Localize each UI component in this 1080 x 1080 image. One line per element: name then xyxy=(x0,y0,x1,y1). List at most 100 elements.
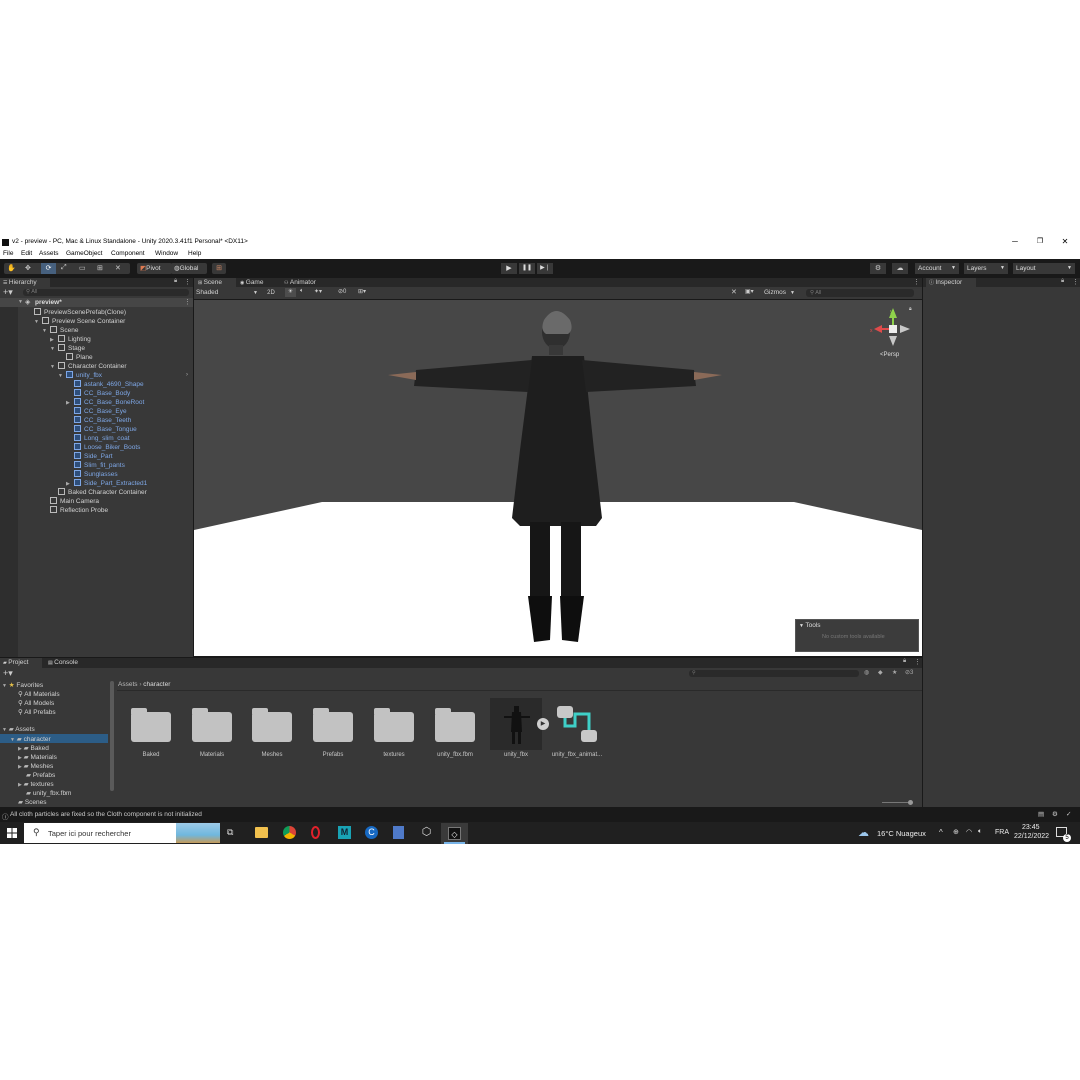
audio-toggle-icon[interactable]: 🔈︎ xyxy=(300,288,304,295)
chrome-icon[interactable] xyxy=(283,826,296,839)
menu-window[interactable]: Window xyxy=(155,250,178,257)
weather-text[interactable]: 16°C Nuageux xyxy=(877,829,926,838)
hidden-packages-icon[interactable]: ⊘3 xyxy=(905,669,913,676)
hierarchy-item[interactable]: Loose_Biker_Boots xyxy=(66,443,140,452)
move-tool-icon[interactable]: ✥ xyxy=(25,264,31,272)
global-toggle[interactable]: ◍Global xyxy=(171,263,207,274)
project-search-input[interactable]: ⚲ xyxy=(689,670,859,677)
restore-button[interactable]: ❐ xyxy=(1029,236,1051,248)
tab-hierarchy[interactable]: ☰ Hierarchy xyxy=(0,278,50,287)
kebab-menu-icon[interactable]: ⋮ xyxy=(184,278,191,286)
tree-item-materials[interactable]: ▶ ▰ Materials xyxy=(18,753,57,761)
lighting-toggle-icon[interactable]: ☀ xyxy=(285,288,296,297)
chevron-down-icon[interactable]: ▼ xyxy=(50,345,58,354)
hierarchy-item[interactable]: Long_slim_coat xyxy=(66,434,130,443)
hidden-objects-icon[interactable]: ⊘0 xyxy=(338,288,346,295)
chevron-down-icon[interactable]: ▼ xyxy=(42,327,50,336)
tab-scene[interactable]: ⊞ Scene xyxy=(194,278,236,287)
clock-date[interactable]: 22/12/2022 xyxy=(1014,833,1049,840)
tree-item-character[interactable]: ▼ ▰ character xyxy=(10,735,51,743)
account-dropdown[interactable]: Account ▼ xyxy=(915,263,959,274)
menu-assets[interactable]: Assets xyxy=(39,250,59,257)
shading-mode-dropdown[interactable]: Shaded ▼ xyxy=(196,289,260,297)
hierarchy-item[interactable]: ▶ Lighting xyxy=(50,335,91,344)
hierarchy-item[interactable]: Sunglasses xyxy=(66,470,118,479)
rotate-tool-icon[interactable]: ⟳ xyxy=(41,263,56,274)
layers-dropdown[interactable]: Layers ▼ xyxy=(964,263,1008,274)
hierarchy-item[interactable]: ▼ Scene xyxy=(42,326,78,335)
hierarchy-item[interactable]: ▼ unity_fbx xyxy=(58,371,102,380)
model-thumbnail[interactable] xyxy=(490,698,542,750)
minimize-button[interactable]: ─ xyxy=(1004,236,1026,248)
hand-tool-icon[interactable]: ✋ xyxy=(7,264,16,272)
scale-tool-icon[interactable]: ⤢ xyxy=(61,264,67,272)
chevron-down-icon[interactable]: ▼ xyxy=(58,372,66,381)
hierarchy-item[interactable]: ▼ Preview Scene Container xyxy=(34,317,125,326)
debug-icon[interactable]: ⚙ xyxy=(1052,810,1058,818)
tree-item-baked[interactable]: ▶ ▰ Baked xyxy=(18,744,49,752)
kebab-menu-icon[interactable]: ⋮ xyxy=(914,658,921,666)
hierarchy-item[interactable]: PreviewScenePrefab(Clone) xyxy=(26,308,126,317)
chevron-down-icon[interactable]: ▼ xyxy=(50,363,58,372)
layout-dropdown[interactable]: Layout ▼ xyxy=(1013,263,1075,274)
calculator-icon[interactable] xyxy=(393,826,404,839)
file-explorer-icon[interactable] xyxy=(255,827,268,838)
clock-time[interactable]: 23:45 xyxy=(1022,824,1040,831)
effects-toggle-icon[interactable]: ✦▾ xyxy=(314,288,322,295)
task-view-icon[interactable]: ⧉ xyxy=(227,827,233,838)
taskbar-search-input[interactable]: ⚲ Taper ici pour rechercher xyxy=(24,823,220,843)
rect-tool-icon[interactable]: ▭ xyxy=(79,264,86,272)
unity-hub-icon[interactable]: ⬡ xyxy=(420,826,433,839)
folder-icon[interactable] xyxy=(252,706,292,742)
scene-viewport[interactable]: y x 🔒︎ <Persp ▼ Tools No custom tools av… xyxy=(194,300,922,656)
progress-icon[interactable]: ▤ xyxy=(1038,810,1044,818)
tools-overlay[interactable]: ▼ Tools No custom tools available xyxy=(795,619,919,652)
tree-item-unity-fbx-fbm[interactable]: ▰ unity_fbx.fbm xyxy=(26,789,71,797)
kebab-menu-icon[interactable]: ⋮ xyxy=(184,298,191,306)
hierarchy-item[interactable]: ▼ Stage xyxy=(50,344,85,353)
hierarchy-item[interactable]: Plane xyxy=(58,353,93,362)
hierarchy-item[interactable]: Baked Character Container xyxy=(50,488,147,497)
unity-editor-taskbar-button[interactable]: ◇ xyxy=(441,823,468,844)
favorite-all-models[interactable]: ⚲ All Models xyxy=(18,699,54,707)
tools-toggle-icon[interactable]: ✕ xyxy=(731,288,737,296)
tree-item-meshes[interactable]: ▶ ▰ Meshes xyxy=(18,762,53,770)
grid-toggle-icon[interactable]: ⊞▾ xyxy=(358,288,366,295)
status-message[interactable]: All cloth particles are fixed so the Clo… xyxy=(10,811,202,818)
menu-file[interactable]: File xyxy=(3,250,13,257)
menu-component[interactable]: Component xyxy=(111,250,145,257)
tab-animator[interactable]: ⚇ Animator xyxy=(284,278,316,287)
slider-thumb[interactable] xyxy=(908,800,913,805)
tab-project[interactable]: ▰ Project xyxy=(0,658,42,668)
hierarchy-item[interactable]: ▼ Character Container xyxy=(50,362,127,371)
scene-search-input[interactable]: ⚲ All xyxy=(806,289,914,297)
folder-icon[interactable] xyxy=(131,706,171,742)
pause-button[interactable]: ❚❚ xyxy=(519,263,535,274)
hierarchy-item[interactable]: ▶ Side_Part_Extracted1 xyxy=(66,479,147,488)
close-button[interactable]: ✕ xyxy=(1054,236,1076,248)
camera-icon[interactable]: ▣▾ xyxy=(745,288,754,295)
lock-icon[interactable]: 🔒︎ xyxy=(174,278,177,285)
assets-header[interactable]: ▼ ▰ Assets xyxy=(2,725,35,733)
volume-icon[interactable]: 🔈︎ xyxy=(978,828,982,836)
custom-tool-icon[interactable]: ✕ xyxy=(115,264,121,272)
tree-scrollbar[interactable] xyxy=(110,681,114,791)
language-indicator[interactable]: FRA xyxy=(995,829,1009,836)
favorites-header[interactable]: ▼ ★ Favorites xyxy=(2,681,43,689)
breadcrumb-character[interactable]: character xyxy=(143,681,170,688)
weather-icon[interactable]: ☁ xyxy=(858,826,869,839)
kebab-menu-icon[interactable]: ⋮ xyxy=(913,278,920,286)
maya-icon[interactable]: M xyxy=(338,826,351,839)
opera-icon[interactable] xyxy=(311,826,320,839)
grid-snap-icon[interactable]: ⊞ xyxy=(212,263,226,274)
cloud-icon[interactable]: ☁ xyxy=(892,263,908,274)
breadcrumb-assets[interactable]: Assets xyxy=(118,681,138,688)
perspective-label[interactable]: <Persp xyxy=(880,352,899,358)
hierarchy-item[interactable]: ▶ CC_Base_BoneRoot xyxy=(66,398,144,407)
network-icon[interactable]: ⊕ xyxy=(953,828,959,836)
tree-item-prefabs[interactable]: ▰ Prefabs xyxy=(26,771,55,779)
folder-icon[interactable] xyxy=(192,706,232,742)
lock-icon[interactable]: 🔒︎ xyxy=(903,658,906,665)
2d-toggle[interactable]: 2D xyxy=(264,289,278,297)
hierarchy-item[interactable]: Main Camera xyxy=(42,497,99,506)
